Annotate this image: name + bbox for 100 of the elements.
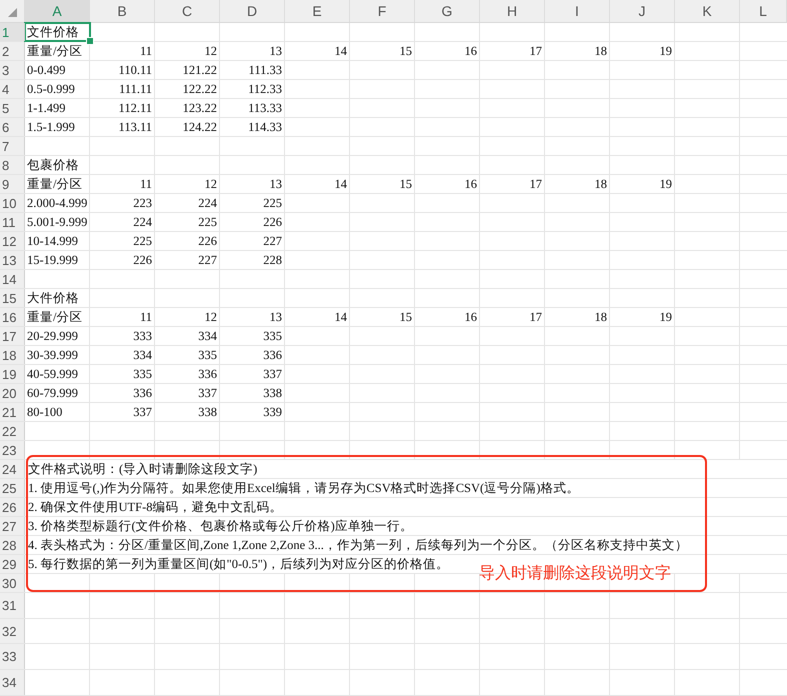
- row-header[interactable]: 33: [0, 644, 25, 670]
- table-cell[interactable]: 124.22: [155, 118, 220, 136]
- table-cell[interactable]: 113.11: [90, 118, 155, 136]
- table-cell[interactable]: 5.001-9.999: [25, 213, 90, 231]
- table-cell[interactable]: 224: [90, 213, 155, 231]
- row-header[interactable]: 22: [0, 422, 25, 440]
- column-header[interactable]: B: [90, 0, 155, 22]
- row-header[interactable]: 14: [0, 270, 25, 288]
- column-header[interactable]: C: [155, 0, 220, 22]
- table-cell[interactable]: 30-39.999: [25, 346, 90, 364]
- table-cell[interactable]: 大件价格: [25, 289, 90, 307]
- fill-handle[interactable]: [86, 37, 94, 45]
- table-cell[interactable]: 20-29.999: [25, 327, 90, 345]
- table-cell[interactable]: 2.000-4.999: [25, 194, 90, 212]
- table-cell[interactable]: 0-0.499: [25, 61, 90, 79]
- table-cell[interactable]: 14: [285, 175, 350, 193]
- table-cell[interactable]: 18: [545, 42, 610, 60]
- table-cell[interactable]: 337: [90, 403, 155, 421]
- table-cell[interactable]: 122.22: [155, 80, 220, 98]
- table-cell[interactable]: 17: [480, 42, 545, 60]
- row-header[interactable]: 12: [0, 232, 25, 250]
- table-cell[interactable]: 337: [220, 365, 285, 383]
- row-header[interactable]: 16: [0, 308, 25, 326]
- table-cell[interactable]: 112.11: [90, 99, 155, 117]
- row-header[interactable]: 13: [0, 251, 25, 269]
- column-header[interactable]: D: [220, 0, 285, 22]
- table-cell[interactable]: 111.11: [90, 80, 155, 98]
- table-cell[interactable]: 336: [220, 346, 285, 364]
- row-header[interactable]: 25: [0, 479, 25, 497]
- table-cell[interactable]: 11: [90, 175, 155, 193]
- row-header[interactable]: 6: [0, 118, 25, 136]
- row-header[interactable]: 27: [0, 517, 25, 535]
- row-header[interactable]: 4: [0, 80, 25, 98]
- table-cell[interactable]: 1-1.499: [25, 99, 90, 117]
- table-cell[interactable]: 16: [415, 175, 480, 193]
- table-cell[interactable]: 14: [285, 42, 350, 60]
- row-header[interactable]: 8: [0, 156, 25, 174]
- row-header[interactable]: 31: [0, 593, 25, 618]
- row-header[interactable]: 3: [0, 61, 25, 79]
- table-cell[interactable]: 335: [155, 346, 220, 364]
- column-header[interactable]: G: [415, 0, 480, 22]
- row-header[interactable]: 20: [0, 384, 25, 402]
- row-header[interactable]: 29: [0, 555, 25, 573]
- table-cell[interactable]: 重量/分区: [25, 175, 90, 193]
- table-cell[interactable]: 19: [610, 42, 675, 60]
- table-cell[interactable]: 15: [350, 42, 415, 60]
- table-cell[interactable]: 80-100: [25, 403, 90, 421]
- table-cell[interactable]: 15: [350, 308, 415, 326]
- table-cell[interactable]: 15-19.999: [25, 251, 90, 269]
- table-cell[interactable]: 226: [155, 232, 220, 250]
- table-cell[interactable]: 225: [220, 194, 285, 212]
- table-cell[interactable]: 225: [90, 232, 155, 250]
- table-cell[interactable]: 111.33: [220, 61, 285, 79]
- table-cell[interactable]: 226: [90, 251, 155, 269]
- table-cell[interactable]: 333: [90, 327, 155, 345]
- table-cell[interactable]: 335: [90, 365, 155, 383]
- row-header[interactable]: 28: [0, 536, 25, 554]
- table-cell[interactable]: 11: [90, 308, 155, 326]
- column-header[interactable]: K: [675, 0, 740, 22]
- table-cell[interactable]: 60-79.999: [25, 384, 90, 402]
- table-cell[interactable]: 0.5-0.999: [25, 80, 90, 98]
- table-cell[interactable]: 40-59.999: [25, 365, 90, 383]
- table-cell[interactable]: 223: [90, 194, 155, 212]
- row-header[interactable]: 7: [0, 137, 25, 155]
- table-cell[interactable]: 11: [90, 42, 155, 60]
- table-cell[interactable]: 16: [415, 42, 480, 60]
- row-header[interactable]: 9: [0, 175, 25, 193]
- table-cell[interactable]: 12: [155, 42, 220, 60]
- table-cell[interactable]: 12: [155, 308, 220, 326]
- table-cell[interactable]: 338: [155, 403, 220, 421]
- table-cell[interactable]: 227: [155, 251, 220, 269]
- table-cell[interactable]: 重量/分区: [25, 308, 90, 326]
- table-cell[interactable]: 17: [480, 175, 545, 193]
- column-header[interactable]: J: [610, 0, 675, 22]
- table-cell[interactable]: 228: [220, 251, 285, 269]
- table-cell[interactable]: 17: [480, 308, 545, 326]
- table-cell[interactable]: 336: [90, 384, 155, 402]
- table-cell[interactable]: 123.22: [155, 99, 220, 117]
- table-cell[interactable]: 110.11: [90, 61, 155, 79]
- table-cell[interactable]: 224: [155, 194, 220, 212]
- row-header[interactable]: 11: [0, 213, 25, 231]
- table-cell[interactable]: 334: [155, 327, 220, 345]
- table-cell[interactable]: 337: [155, 384, 220, 402]
- row-header[interactable]: 30: [0, 574, 25, 592]
- row-header[interactable]: 10: [0, 194, 25, 212]
- table-cell[interactable]: 225: [155, 213, 220, 231]
- table-cell[interactable]: 334: [90, 346, 155, 364]
- column-header[interactable]: E: [285, 0, 350, 22]
- table-cell[interactable]: 335: [220, 327, 285, 345]
- row-header[interactable]: 17: [0, 327, 25, 345]
- table-cell[interactable]: 16: [415, 308, 480, 326]
- table-cell[interactable]: 重量/分区: [25, 42, 90, 60]
- row-header[interactable]: 18: [0, 346, 25, 364]
- table-cell[interactable]: 18: [545, 308, 610, 326]
- row-header[interactable]: 24: [0, 460, 25, 478]
- row-header[interactable]: 34: [0, 670, 25, 695]
- select-all-icon[interactable]: [8, 8, 17, 17]
- row-header[interactable]: 15: [0, 289, 25, 307]
- table-cell[interactable]: 339: [220, 403, 285, 421]
- table-cell[interactable]: 10-14.999: [25, 232, 90, 250]
